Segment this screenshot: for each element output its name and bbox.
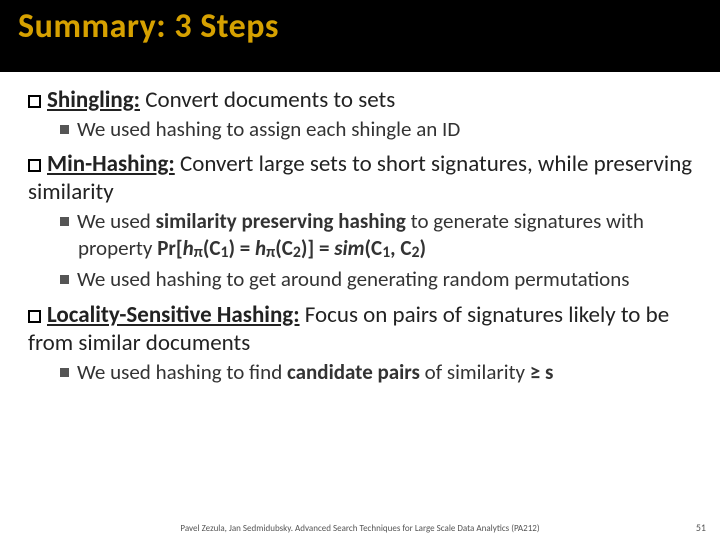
list-item: We used similarity preserving hashing to… (60, 208, 700, 262)
step-1-term: Shingling: (47, 86, 140, 114)
square-bullet-icon (60, 217, 69, 226)
slide-title: Summary: 3 Steps (18, 6, 702, 47)
footer-text: Pavel Zezula, Jan Sedmidubsky. Advanced … (0, 523, 720, 534)
step-2: Min-Hashing: Convert large sets to short… (28, 150, 700, 206)
list-item: We used hashing to find candidate pairs … (60, 359, 700, 385)
square-bullet-icon (60, 275, 69, 284)
step-3-subs: We used hashing to find candidate pairs … (60, 359, 700, 385)
bullet-box-icon (28, 159, 41, 172)
list-item: We used hashing to get around generating… (60, 266, 700, 292)
step-1-subs: We used hashing to assign each shingle a… (60, 116, 700, 142)
bullet-box-icon (28, 95, 41, 108)
list-item: We used hashing to assign each shingle a… (60, 116, 700, 142)
bullet-box-icon (28, 310, 41, 323)
title-bar: Summary: 3 Steps (0, 0, 720, 72)
content-area: Shingling: Convert documents to sets We … (0, 72, 720, 385)
step-3-term: Locality-Sensitive Hashing: (47, 301, 300, 329)
step-2-subs: We used similarity preserving hashing to… (60, 208, 700, 292)
sub-text: We used hashing to get around generating… (77, 266, 630, 292)
step-1-desc: Convert documents to sets (140, 86, 395, 114)
sub-text: We used hashing to find candidate pairs … (77, 359, 553, 385)
slide: Summary: 3 Steps Shingling: Convert docu… (0, 0, 720, 540)
page-number: 51 (696, 521, 706, 534)
sub-text: We used similarity preserving hashing to… (77, 208, 644, 260)
step-1: Shingling: Convert documents to sets (28, 86, 700, 114)
step-3: Locality-Sensitive Hashing: Focus on pai… (28, 301, 700, 357)
square-bullet-icon (60, 368, 69, 377)
step-2-term: Min-Hashing: (47, 150, 175, 178)
square-bullet-icon (60, 125, 69, 134)
sub-text: We used hashing to assign each shingle a… (77, 116, 460, 142)
